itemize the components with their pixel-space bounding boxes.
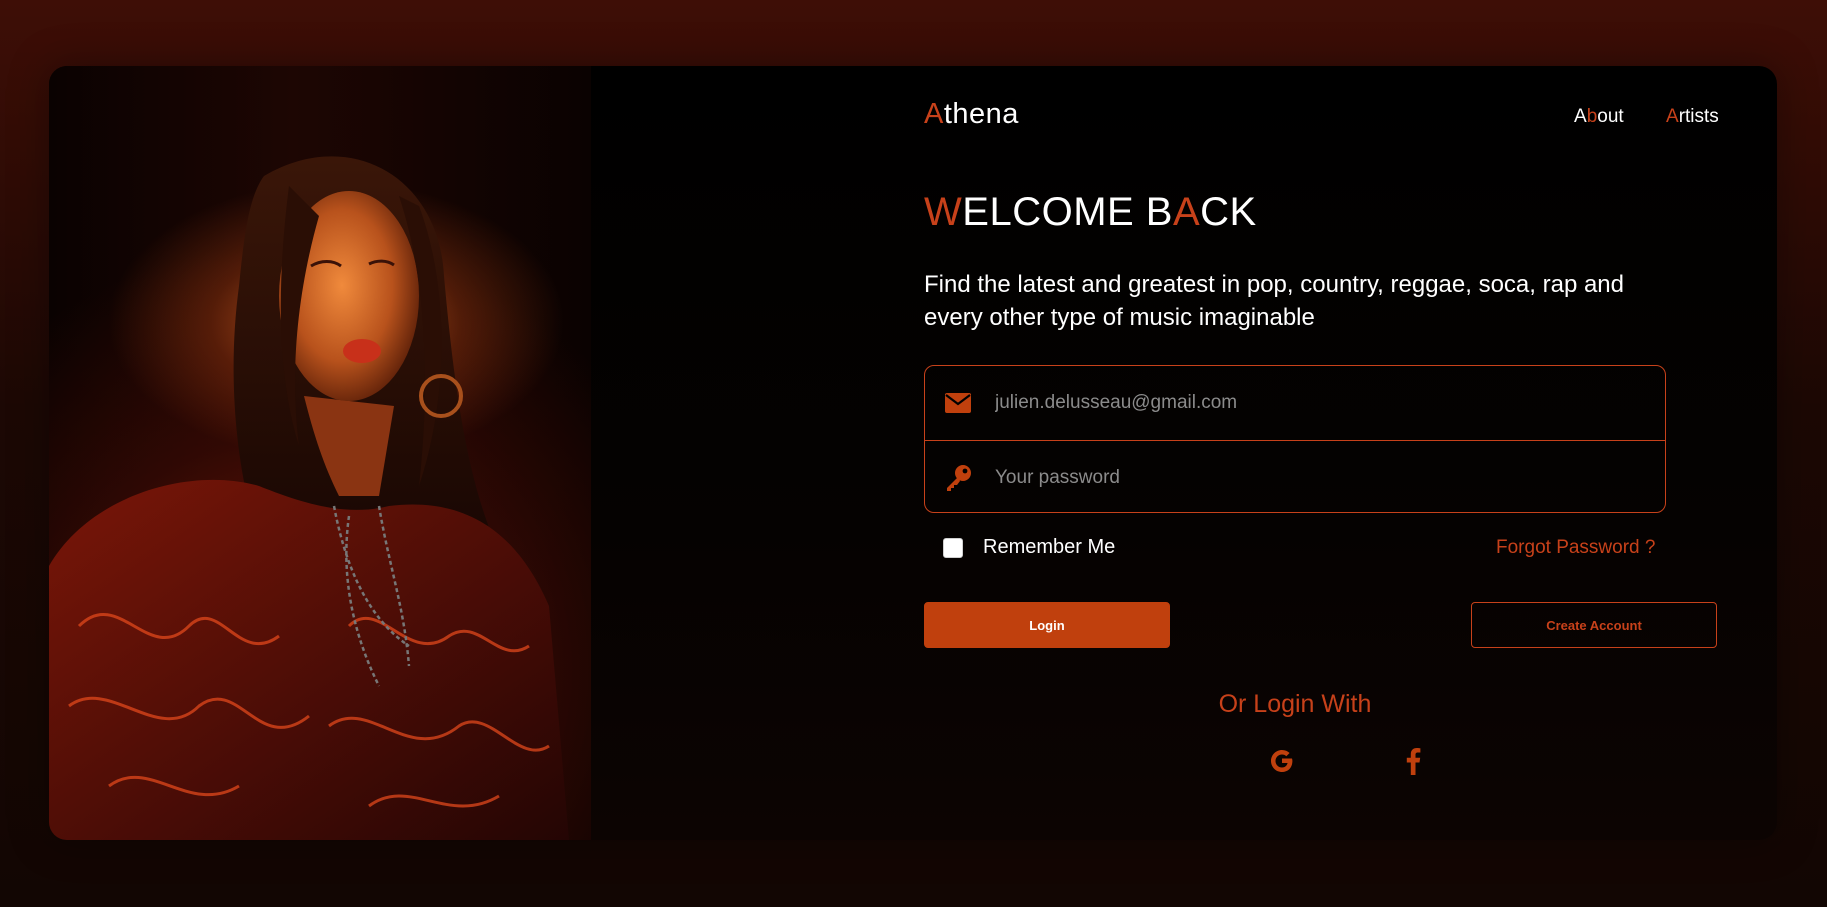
password-field[interactable]	[925, 440, 1665, 512]
nav-artists[interactable]: Artists	[1666, 106, 1719, 128]
page-title-part-1: ELCOME B	[962, 190, 1173, 234]
nav-about-letter-1: A	[1574, 106, 1587, 127]
brand-logo-initial: A	[924, 98, 944, 130]
social-login-heading: Or Login With	[1218, 690, 1372, 718]
forgot-password-link[interactable]: Forgot Password ?	[1496, 537, 1655, 559]
brand-logo[interactable]: Athena	[924, 98, 1019, 131]
email-input[interactable]	[993, 391, 1637, 415]
page-title: WELCOME BACK	[924, 190, 1257, 235]
nav-about-letter-2: b	[1586, 106, 1598, 127]
login-fields	[924, 365, 1666, 513]
nav-artists-rest: rtists	[1678, 106, 1719, 127]
login-card: Athena About Artists WELCOME BACK Find t…	[49, 66, 1777, 840]
nav-artists-letter-1: A	[1666, 106, 1679, 127]
page-title-letter-w: W	[924, 190, 963, 234]
remember-me: Remember Me	[943, 536, 1115, 559]
create-account-button[interactable]: Create Account	[1471, 602, 1717, 648]
key-icon	[943, 463, 973, 493]
artist-photo	[49, 66, 591, 840]
remember-me-label: Remember Me	[983, 536, 1116, 558]
email-field[interactable]	[925, 366, 1665, 440]
artist-illustration	[49, 156, 569, 840]
facebook-icon[interactable]	[1396, 744, 1430, 778]
password-input[interactable]	[993, 466, 1637, 490]
tagline: Find the latest and greatest in pop, cou…	[924, 271, 1624, 331]
page-title-letter-a: A	[1172, 190, 1201, 234]
envelope-icon	[943, 388, 973, 418]
page-title-part-2: CK	[1200, 190, 1257, 234]
login-button[interactable]: Login	[924, 602, 1170, 648]
google-icon[interactable]	[1265, 744, 1299, 778]
brand-logo-rest: thena	[943, 98, 1019, 130]
remember-me-checkbox[interactable]	[943, 537, 963, 558]
nav-about-rest: out	[1597, 106, 1624, 127]
nav-about[interactable]: About	[1574, 106, 1624, 128]
